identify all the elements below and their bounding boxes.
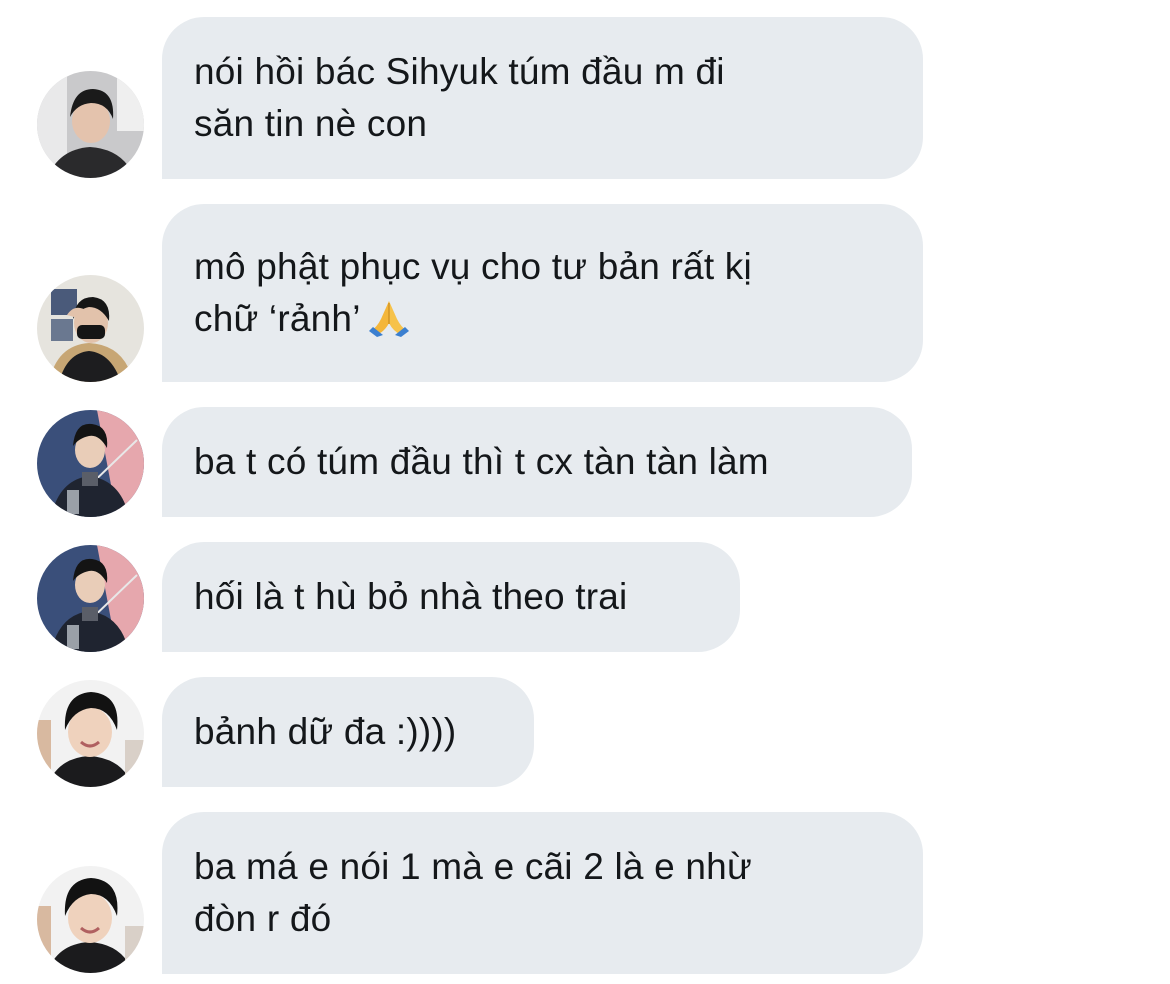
message-bubble[interactable]: nói hồi bác Sihyuk túm đầu m đi săn tin … [162,17,923,179]
avatar[interactable] [37,275,144,382]
message-text: hối là t hù bỏ nhà theo trai [194,576,628,617]
message-bubble[interactable]: ba má e nói 1 mà e cãi 2 là e nhừ đòn r … [162,812,923,974]
message-bubble[interactable]: ba t có túm đầu thì t cx tàn tàn làm [162,407,912,517]
message-bubble[interactable]: bảnh dữ đa :)))) [162,677,534,787]
avatar[interactable] [37,410,144,517]
message-text: ba má e nói 1 mà e cãi 2 là e nhừ đòn r … [194,846,752,939]
message-text: ba t có túm đầu thì t cx tàn tàn làm [194,441,769,482]
avatar[interactable] [37,680,144,787]
folded-hands-icon [367,297,411,337]
avatar[interactable] [37,866,144,973]
message-bubble[interactable]: mô phật phục vụ cho tư bản rất kị chữ ‘r… [162,204,923,382]
message-text: bảnh dữ đa :)))) [194,711,457,752]
avatar[interactable] [37,545,144,652]
message-text: mô phật phục vụ cho tư bản rất kị chữ ‘r… [194,246,752,339]
message-bubble[interactable]: hối là t hù bỏ nhà theo trai [162,542,740,652]
message-text: nói hồi bác Sihyuk túm đầu m đi săn tin … [194,51,725,144]
avatar[interactable] [37,71,144,178]
